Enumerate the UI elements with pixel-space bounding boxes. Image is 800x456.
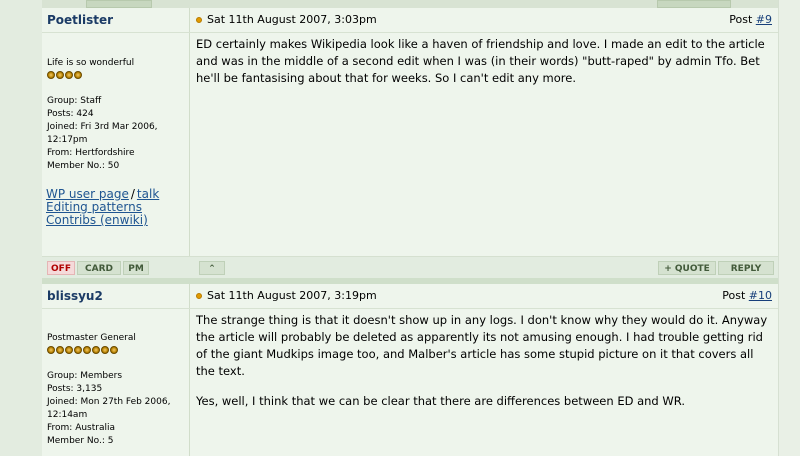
member-title: Postmaster General bbox=[47, 333, 136, 343]
post-header: blissyu2 Sat 11th August 2007, 3:19pm Po… bbox=[42, 284, 778, 309]
member-posts: Posts: 424 bbox=[47, 109, 94, 119]
online-status-button[interactable]: OFF bbox=[47, 261, 75, 275]
post-date: Sat 11th August 2007, 3:19pm bbox=[207, 289, 377, 302]
member-joined: Joined: Fri 3rd Mar 2006, 12:17pm bbox=[47, 122, 158, 145]
reply-button[interactable]: REPLY bbox=[718, 261, 774, 275]
post-paragraph: The strange thing is that it doesn't sho… bbox=[196, 313, 768, 378]
rank-pip-icon bbox=[92, 346, 100, 354]
member-number: Member No.: 5 bbox=[47, 436, 114, 446]
member-links: WP user page / talk Editing patterns Contr… bbox=[46, 187, 160, 227]
editing-patterns-link[interactable]: Editing patterns bbox=[46, 200, 142, 214]
rank-pip-icon bbox=[65, 346, 73, 354]
post-label: Post bbox=[729, 13, 753, 26]
rank-pip-icon bbox=[74, 71, 82, 79]
post-number-link[interactable]: #9 bbox=[756, 13, 772, 26]
post-body: ED certainly makes Wikipedia look like a… bbox=[191, 33, 778, 256]
rank-pip-icon bbox=[47, 346, 55, 354]
rank-pip-icon bbox=[101, 346, 109, 354]
post-9: Poetlister Sat 11th August 2007, 3:03pm … bbox=[42, 8, 778, 256]
rank-pip-icon bbox=[56, 71, 64, 79]
rank-pips bbox=[47, 346, 118, 355]
right-gutter bbox=[778, 0, 800, 456]
wp-user-page-link[interactable]: WP user page bbox=[46, 187, 129, 201]
rank-pip-icon bbox=[56, 346, 64, 354]
post-body: The strange thing is that it doesn't sho… bbox=[191, 309, 778, 456]
post-paragraph: Yes, well, I think that we can be clear … bbox=[196, 394, 685, 408]
quote-button[interactable]: + QUOTE bbox=[658, 261, 716, 275]
member-title: Life is so wonderful bbox=[47, 58, 135, 68]
post-number: Post #10 bbox=[722, 284, 772, 308]
member-group: Group: Staff bbox=[47, 96, 102, 106]
author-name[interactable]: Poetlister bbox=[42, 8, 190, 32]
post-label: Post bbox=[722, 289, 746, 302]
prev-footer-button[interactable] bbox=[657, 0, 731, 8]
member-group: Group: Members bbox=[47, 371, 123, 381]
pm-button[interactable]: PM bbox=[123, 261, 149, 275]
member-from: From: Australia bbox=[47, 423, 116, 433]
left-gutter bbox=[0, 0, 43, 456]
post-bullet-icon bbox=[196, 293, 202, 299]
rank-pips bbox=[47, 71, 82, 80]
prev-footer-button[interactable] bbox=[86, 0, 152, 8]
member-details: Group: Members Posts: 3,135 Joined: Mon … bbox=[47, 370, 187, 448]
post-footer: OFF CARD PM ⌃ + QUOTE REPLY bbox=[42, 256, 778, 279]
post-paragraph: ED certainly makes Wikipedia look like a… bbox=[196, 37, 765, 85]
rank-pip-icon bbox=[47, 71, 55, 79]
user-info-panel: Life is so wonderful Group: Staff Posts:… bbox=[42, 33, 190, 256]
user-info-panel: Postmaster General Group: Members Posts:… bbox=[42, 309, 190, 456]
post-header: Poetlister Sat 11th August 2007, 3:03pm … bbox=[42, 8, 778, 33]
member-details: Group: Staff Posts: 424 Joined: Fri 3rd … bbox=[47, 95, 183, 173]
post-10: blissyu2 Sat 11th August 2007, 3:19pm Po… bbox=[42, 284, 778, 456]
post-number: Post #9 bbox=[729, 8, 772, 32]
topic-view: Poetlister Sat 11th August 2007, 3:03pm … bbox=[42, 0, 778, 456]
author-name[interactable]: blissyu2 bbox=[42, 284, 190, 308]
previous-post-footer-strip bbox=[42, 0, 778, 8]
rank-pip-icon bbox=[74, 346, 82, 354]
post-number-link[interactable]: #10 bbox=[749, 289, 772, 302]
post-meta: Sat 11th August 2007, 3:19pm Post #10 bbox=[191, 284, 778, 308]
back-to-top-icon[interactable]: ⌃ bbox=[199, 261, 225, 275]
post-meta: Sat 11th August 2007, 3:03pm Post #9 bbox=[191, 8, 778, 32]
member-from: From: Hertfordshire bbox=[47, 148, 135, 158]
contribs-link[interactable]: Contribs (enwiki) bbox=[46, 213, 148, 227]
member-posts: Posts: 3,135 bbox=[47, 384, 103, 394]
post-date: Sat 11th August 2007, 3:03pm bbox=[207, 13, 377, 26]
rank-pip-icon bbox=[83, 346, 91, 354]
rank-pip-icon bbox=[65, 71, 73, 79]
rank-pip-icon bbox=[110, 346, 118, 354]
card-button[interactable]: CARD bbox=[77, 261, 121, 275]
member-joined: Joined: Mon 27th Feb 2006, 12:14am bbox=[47, 397, 171, 420]
post-bullet-icon bbox=[196, 17, 202, 23]
member-number: Member No.: 50 bbox=[47, 161, 120, 171]
talk-link[interactable]: talk bbox=[137, 187, 159, 201]
